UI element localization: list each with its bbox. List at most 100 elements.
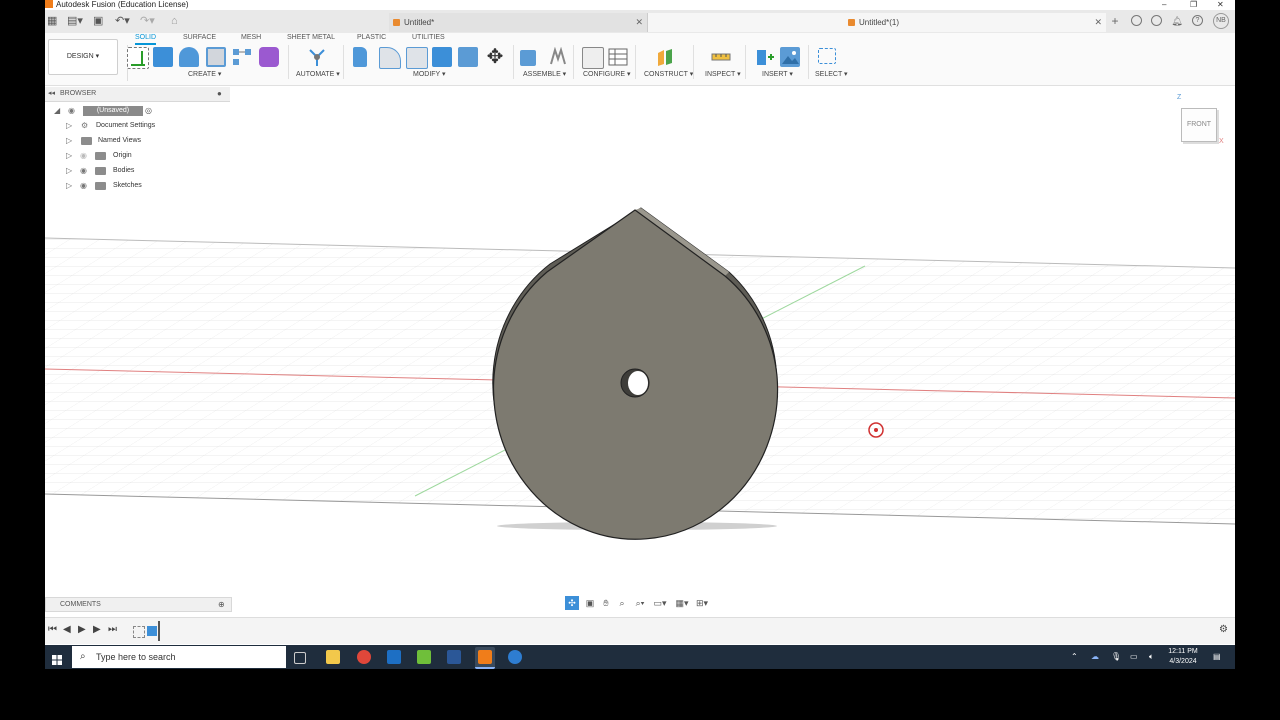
display-settings-icon[interactable]: ▭▾ (653, 596, 667, 610)
tab-solid[interactable]: SOLID (135, 34, 157, 45)
extrude-icon[interactable] (153, 47, 173, 67)
insert-canvas-icon[interactable] (780, 47, 800, 67)
shell-icon[interactable] (432, 47, 452, 67)
job-status-icon[interactable] (1151, 15, 1162, 26)
timeline-settings-gear-icon[interactable]: ⚙ (1219, 624, 1228, 636)
undo-icon[interactable]: ↶▾ (115, 15, 130, 27)
collapse-panel-icon[interactable]: ◂◂ (48, 87, 55, 101)
file-menu-icon[interactable]: ▤▾ (67, 15, 83, 27)
automate-icon[interactable] (307, 47, 327, 67)
pan-hand-icon[interactable]: ✋︎ (599, 596, 613, 610)
tree-root[interactable]: ◢ ◉ (Unsaved) ◎ (45, 104, 230, 118)
tab-utilities[interactable]: UTILITIES (412, 34, 445, 42)
viewports-icon[interactable]: ⊞▾ (695, 596, 709, 610)
tab-plastic[interactable]: PLASTIC (357, 34, 386, 42)
app-blue-icon[interactable] (508, 650, 522, 664)
tab-mesh[interactable]: MESH (241, 34, 261, 42)
press-pull-icon[interactable] (353, 47, 367, 67)
configure-menu[interactable]: CONFIGURE ▾ (583, 71, 630, 79)
expand-arrow-icon[interactable]: ▷ (66, 119, 72, 133)
tree-item-named-views[interactable]: ▷ Named Views (45, 134, 230, 148)
new-tab-icon[interactable]: + (1109, 15, 1121, 27)
outlook-icon[interactable] (387, 650, 401, 664)
expand-arrow-icon[interactable]: ▷ (66, 179, 72, 193)
app-grid-icon[interactable]: ▦ (47, 15, 57, 27)
create-sketch-icon[interactable] (127, 47, 149, 69)
activate-radio-icon[interactable]: ◎ (145, 104, 152, 118)
tab-untitled[interactable]: Untitled* ✕ (389, 13, 647, 32)
expand-arrow-icon[interactable]: ▷ (66, 134, 72, 148)
fillet-icon[interactable] (379, 47, 401, 69)
windows-start-icon[interactable] (52, 652, 62, 665)
word-icon[interactable] (447, 650, 461, 664)
step-back-icon[interactable]: ◀ (63, 624, 71, 636)
assemble-menu[interactable]: ASSEMBLE ▾ (523, 71, 566, 79)
play-icon[interactable]: ▶ (78, 624, 86, 636)
comments-panel[interactable]: COMMENTS ⊕ (45, 597, 232, 612)
modify-menu[interactable]: MODIFY ▾ (413, 71, 446, 79)
microphone-icon[interactable]: 🎙︎ (1111, 645, 1121, 669)
viewcube-front-face[interactable]: FRONT (1181, 108, 1217, 142)
tab-surface[interactable]: SURFACE (183, 34, 216, 42)
app-green-icon[interactable] (417, 650, 431, 664)
fit-zoom-icon[interactable]: ⌕▾ (633, 596, 647, 610)
task-view-icon[interactable] (294, 652, 306, 664)
user-avatar[interactable]: NB (1213, 13, 1229, 29)
chrome-icon[interactable] (357, 650, 371, 664)
joint-icon[interactable] (548, 46, 568, 67)
visibility-eye-icon[interactable]: ◉ (80, 179, 87, 193)
orbit-constrained-icon[interactable]: ✣ (565, 596, 579, 610)
hole-icon[interactable] (206, 47, 226, 67)
add-comment-icon[interactable]: ⊕ (218, 598, 225, 611)
file-explorer-icon[interactable] (326, 650, 340, 664)
network-icon[interactable]: ▭ (1130, 645, 1138, 669)
timeline-sketch-feature-icon[interactable] (133, 626, 145, 638)
look-at-icon[interactable]: ▣ (583, 596, 597, 610)
redo-icon[interactable]: ↷▾ (140, 15, 155, 27)
notifications-icon[interactable]: 🔔︎ (1171, 15, 1183, 27)
minimize-button[interactable]: – (1162, 0, 1166, 9)
visibility-eye-icon[interactable]: ◉ (68, 104, 75, 118)
measure-icon[interactable] (711, 47, 731, 67)
root-component-label[interactable]: (Unsaved) (83, 106, 143, 116)
insert-derive-icon[interactable] (754, 47, 774, 67)
visibility-eye-icon[interactable]: ◉ (80, 164, 87, 178)
create-menu[interactable]: CREATE ▾ (188, 71, 221, 79)
tree-item-origin[interactable]: ▷ ◉ Origin (45, 149, 230, 163)
close-tab-icon[interactable]: ✕ (1094, 13, 1102, 32)
move-icon[interactable]: ✥ (485, 47, 505, 67)
timeline-marker[interactable] (158, 621, 160, 641)
maximize-button[interactable]: ❐ (1190, 0, 1197, 9)
pattern-icon[interactable] (232, 47, 252, 67)
help-icon[interactable]: ? (1192, 15, 1203, 26)
save-icon[interactable]: ▣ (93, 15, 103, 27)
tab-untitled-1[interactable]: Untitled*(1) ✕ (647, 13, 1106, 32)
expand-arrow-icon[interactable]: ▷ (66, 164, 72, 178)
configure-icon[interactable] (582, 47, 604, 69)
pin-panel-icon[interactable]: ● (217, 87, 222, 101)
zoom-window-icon[interactable]: ⌕ (615, 596, 629, 610)
timeline-extrude-feature-icon[interactable] (147, 626, 157, 636)
expand-arrow-icon[interactable]: ◢ (54, 104, 60, 118)
configuration-table-icon[interactable] (608, 47, 628, 67)
workspace-switcher[interactable]: DESIGN ▾ (48, 39, 118, 75)
grid-settings-icon[interactable]: ▦▾ (675, 596, 689, 610)
go-to-start-icon[interactable]: ⏮ (48, 624, 57, 636)
close-tab-icon[interactable]: ✕ (635, 13, 643, 32)
automate-menu[interactable]: AUTOMATE ▾ (296, 71, 340, 79)
home-icon[interactable]: ⌂ (171, 15, 178, 27)
inspect-menu[interactable]: INSPECT ▾ (705, 71, 741, 79)
insert-menu[interactable]: INSERT ▾ (762, 71, 793, 79)
fusion-taskbar-icon[interactable] (475, 647, 495, 669)
combine-icon[interactable] (458, 47, 478, 67)
step-forward-icon[interactable]: ▶ (93, 624, 101, 636)
create-form-icon[interactable] (259, 47, 279, 67)
construct-menu[interactable]: CONSTRUCT ▾ (644, 71, 693, 79)
select-menu[interactable]: SELECT ▾ (815, 71, 848, 79)
revolve-icon[interactable] (179, 47, 199, 67)
tree-item-bodies[interactable]: ▷ ◉ Bodies (45, 164, 230, 178)
tree-item-document-settings[interactable]: ▷ ⚙ Document Settings (45, 119, 230, 133)
select-icon[interactable] (818, 48, 836, 64)
show-hidden-icons-icon[interactable]: ⌃ (1071, 645, 1078, 669)
extensions-icon[interactable] (1131, 15, 1142, 26)
